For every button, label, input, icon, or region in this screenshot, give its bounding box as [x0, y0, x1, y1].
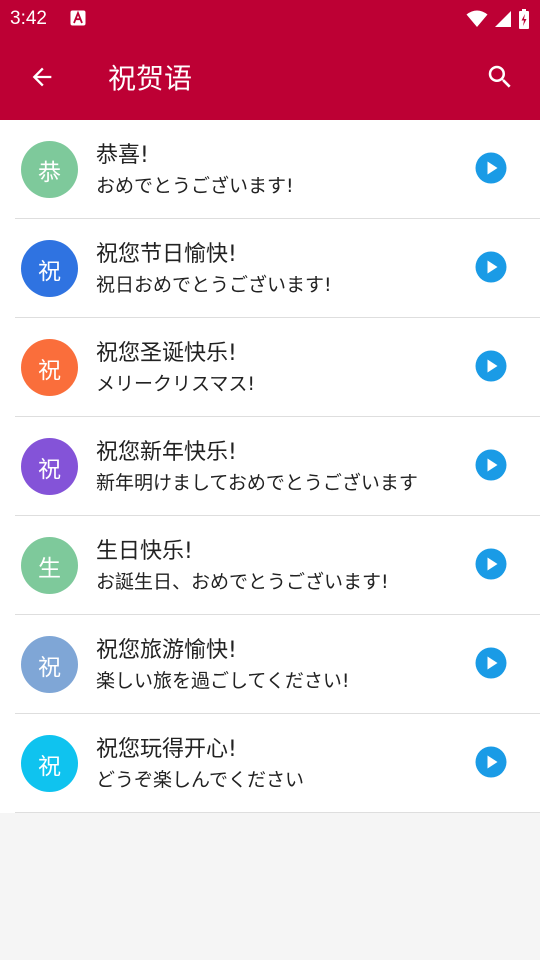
page-title: 祝贺语 [108, 62, 193, 95]
list-item[interactable]: 祝 祝您新年快乐! 新年明けましておめでとうございます [0, 417, 540, 516]
item-title: 祝您新年快乐! [96, 440, 237, 465]
list-item[interactable]: 祝 祝您圣诞快乐! メリークリスマス! [0, 318, 540, 417]
avatar: 祝 [21, 636, 78, 693]
divider [15, 812, 540, 813]
play-icon [475, 350, 507, 386]
avatar: 祝 [21, 735, 78, 792]
greeting-list: 恭 恭喜! おめでとうございます! 祝 祝您节日愉快! 祝日おめでとうございます… [0, 120, 540, 813]
avatar: 祝 [21, 438, 78, 495]
item-subtitle: メリークリスマス! [96, 373, 256, 395]
list-item[interactable]: 祝 祝您玩得开心! どうぞ楽しんでください [0, 714, 540, 813]
play-icon [475, 548, 507, 584]
item-subtitle: おめでとうございます! [96, 175, 294, 197]
item-subtitle: どうぞ楽しんでください [96, 769, 305, 791]
back-button[interactable] [18, 55, 66, 103]
play-icon [475, 251, 507, 287]
wifi-icon [460, 10, 488, 28]
item-title: 祝您旅游愉快! [96, 638, 237, 663]
search-button[interactable] [476, 55, 524, 103]
play-button[interactable] [474, 350, 508, 386]
search-icon [485, 62, 515, 96]
item-subtitle: 祝日おめでとうございます! [96, 274, 332, 296]
status-icons [460, 8, 530, 30]
item-title: 祝您节日愉快! [96, 242, 237, 267]
play-icon [475, 152, 507, 188]
play-button[interactable] [474, 746, 508, 782]
play-button[interactable] [474, 449, 508, 485]
item-subtitle: 楽しい旅を過ごしてください! [96, 670, 350, 692]
list-item[interactable]: 生 生日快乐! お誕生日、おめでとうございます! [0, 516, 540, 615]
cell-signal-icon [488, 10, 512, 28]
play-icon [475, 449, 507, 485]
arrow-left-icon [28, 63, 56, 95]
play-button[interactable] [474, 251, 508, 287]
play-button[interactable] [474, 647, 508, 683]
item-subtitle: お誕生日、おめでとうございます! [96, 571, 389, 593]
list-item[interactable]: 祝 祝您节日愉快! 祝日おめでとうございます! [0, 219, 540, 318]
avatar: 生 [21, 537, 78, 594]
item-title: 祝您玩得开心! [96, 737, 237, 762]
avatar: 祝 [21, 339, 78, 396]
avatar: 恭 [21, 141, 78, 198]
status-time: 3:42 [10, 8, 47, 29]
play-button[interactable] [474, 548, 508, 584]
play-icon [475, 647, 507, 683]
item-title: 祝您圣诞快乐! [96, 341, 237, 366]
status-bar: 3:42 [0, 0, 540, 38]
play-button[interactable] [474, 152, 508, 188]
item-title: 恭喜! [96, 143, 149, 168]
play-icon [475, 746, 507, 782]
list-item[interactable]: 恭 恭喜! おめでとうございます! [0, 120, 540, 219]
battery-icon [512, 9, 530, 29]
list-item[interactable]: 祝 祝您旅游愉快! 楽しい旅を過ごしてください! [0, 615, 540, 714]
a-notification-icon [70, 10, 86, 26]
app-bar: 祝贺语 [0, 38, 540, 120]
item-title: 生日快乐! [96, 539, 193, 564]
avatar: 祝 [21, 240, 78, 297]
item-subtitle: 新年明けましておめでとうございます [96, 472, 418, 494]
